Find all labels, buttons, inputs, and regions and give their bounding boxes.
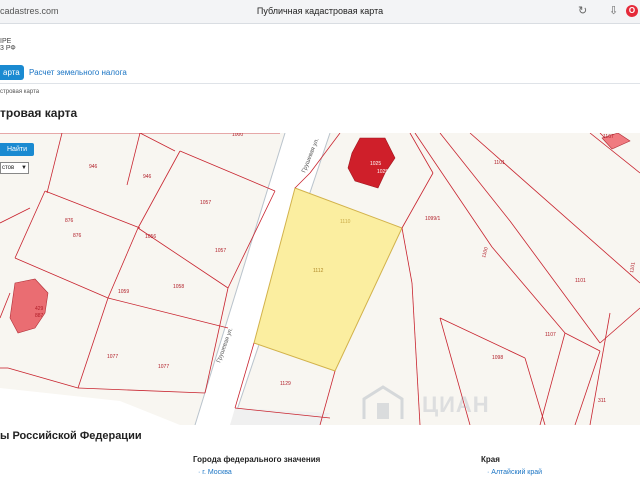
- parcel-number[interactable]: 1098: [492, 355, 503, 361]
- parcel-number[interactable]: 1167: [603, 134, 614, 140]
- road-patch: [0, 388, 180, 425]
- watermark-logo-icon: [362, 385, 404, 419]
- region-link[interactable]: · г. Москва: [198, 469, 232, 476]
- parcel-number[interactable]: 1056: [145, 234, 156, 240]
- chevron-down-icon: ▼: [21, 165, 27, 171]
- parcel-number[interactable]: 1057: [200, 200, 211, 206]
- parcel-number[interactable]: 429: [35, 306, 44, 312]
- parcel-number[interactable]: 1100: [481, 246, 490, 258]
- parcel-number[interactable]: 1057: [215, 248, 226, 254]
- parcel-number[interactable]: 1129: [280, 381, 291, 387]
- parcel-number[interactable]: 876: [65, 218, 74, 224]
- parcel-number[interactable]: 1107: [545, 332, 556, 338]
- parcel-number[interactable]: 1101: [629, 262, 637, 274]
- search-button[interactable]: Найти: [0, 143, 34, 156]
- browser-brand-icon[interactable]: O: [626, 5, 638, 17]
- parcel-number[interactable]: 1000: [232, 133, 243, 138]
- cadastral-map[interactable]: 1000 946 946 876 876 1056 1057 1057 1058…: [0, 133, 640, 425]
- breadcrumb[interactable]: стровая карта: [0, 89, 39, 95]
- reload-icon[interactable]: ↻: [578, 4, 587, 18]
- krai-heading: Края: [481, 455, 500, 464]
- site-subtitle: 3 РФ: [0, 45, 16, 52]
- federal-cities-heading: Города федерального значения: [193, 455, 321, 464]
- download-icon[interactable]: ⇩: [609, 4, 618, 18]
- watermark-text: ЦИАН: [422, 392, 490, 417]
- parcel-number[interactable]: 1099/1: [425, 216, 441, 222]
- parcel-number[interactable]: 946: [143, 174, 152, 180]
- parcel-number[interactable]: 946: [89, 164, 98, 170]
- tab-land-tax-calculation[interactable]: Расчет земельного налога: [29, 65, 127, 80]
- parcel-number[interactable]: 1110: [340, 219, 351, 225]
- region-link[interactable]: · Алтайский край: [487, 469, 542, 476]
- map-canvas[interactable]: 1000 946 946 876 876 1056 1057 1057 1058…: [0, 133, 640, 425]
- browser-tab-title: Публичная кадастровая карта: [256, 6, 384, 16]
- nav-tabs: арта Расчет земельного налога: [0, 63, 640, 84]
- browser-title-bar: cadastres.com Публичная кадастровая карт…: [0, 0, 640, 24]
- parcel-number[interactable]: 887: [35, 313, 44, 319]
- tab-map[interactable]: арта: [0, 65, 24, 80]
- parcel-number[interactable]: 1077: [158, 364, 169, 370]
- parcel-number[interactable]: 1025: [370, 161, 381, 167]
- parcel-number[interactable]: 1101: [575, 278, 586, 284]
- parcel-number[interactable]: 876: [73, 233, 82, 239]
- regions-title: ы Российской Федерации: [0, 430, 142, 442]
- site-name: IPE: [0, 38, 12, 45]
- parcel-number[interactable]: 1058: [173, 284, 184, 290]
- parcel-number[interactable]: 1112: [313, 268, 324, 274]
- parcel-number[interactable]: 1077: [107, 354, 118, 360]
- layer-select-value: стов: [2, 165, 15, 171]
- layer-select[interactable]: стов ▼: [0, 162, 29, 174]
- page-title: тровая карта: [0, 106, 78, 120]
- parcel-number[interactable]: 1101: [494, 160, 505, 166]
- parcel-number[interactable]: 311: [598, 398, 606, 404]
- parcel-number[interactable]: 1059: [118, 289, 129, 295]
- parcel-number[interactable]: 1025: [377, 169, 388, 175]
